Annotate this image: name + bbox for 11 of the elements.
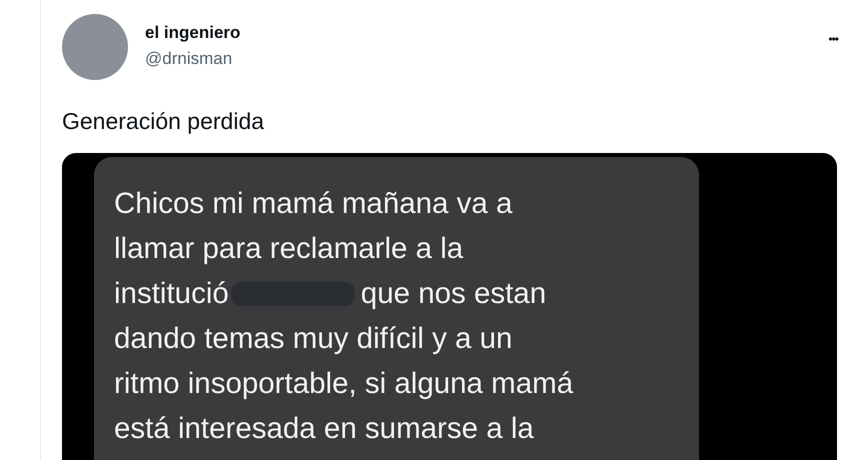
author-handle[interactable]: @drnisman bbox=[145, 49, 810, 69]
message-text: ritmo insoportable, si alguna mamá bbox=[114, 366, 574, 402]
tweet-text: Generación perdida bbox=[62, 108, 266, 135]
message-text: llamar para reclamarle a la bbox=[114, 231, 464, 267]
message-text: que nos estan bbox=[360, 276, 546, 312]
message-text: institució bbox=[114, 276, 229, 312]
more-button[interactable]: ••• bbox=[826, 32, 840, 46]
message-text: está interesada en sumarse a la bbox=[114, 411, 534, 447]
message-text: dando temas muy difícil y a un bbox=[114, 321, 512, 357]
author-name[interactable]: el ingeniero bbox=[145, 23, 810, 43]
message-text: Chicos mi mamá mañana va a bbox=[114, 186, 512, 222]
